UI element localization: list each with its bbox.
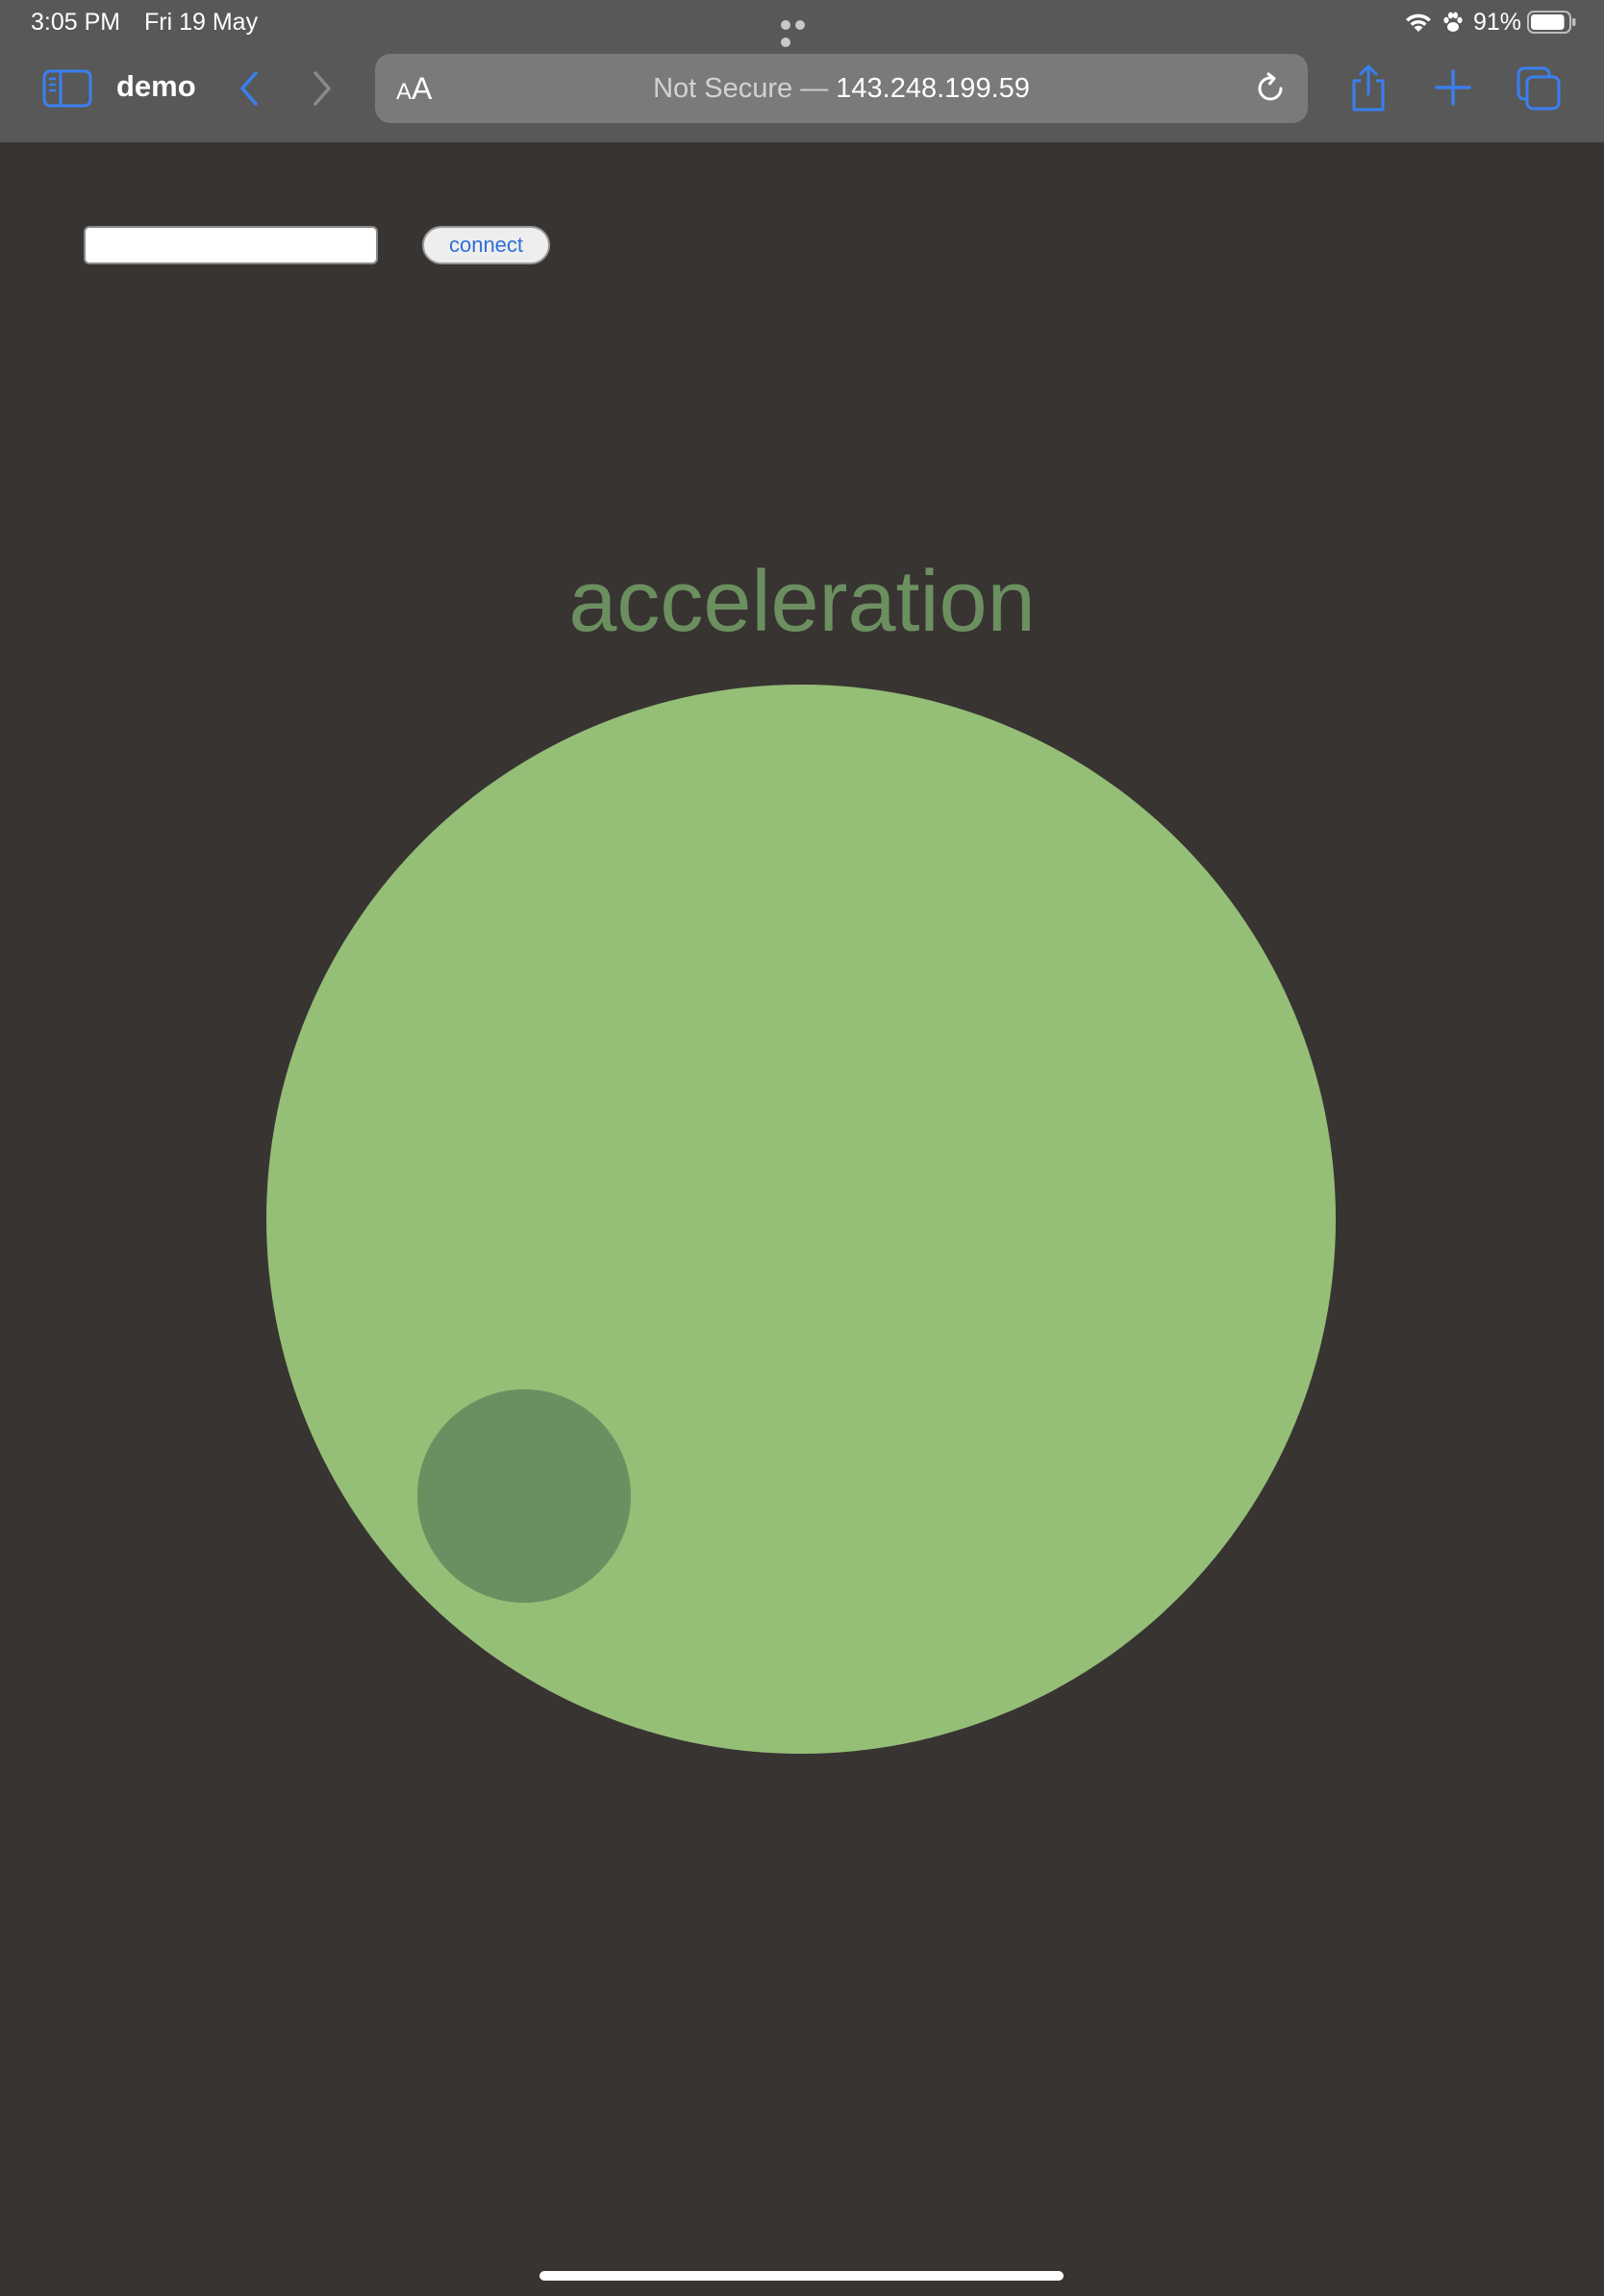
acceleration-indicator-dot xyxy=(417,1389,631,1603)
multitasking-menu-icon[interactable] xyxy=(781,17,823,47)
status-time: 3:05 PM xyxy=(31,9,121,36)
status-date: Fri 19 May xyxy=(144,9,259,36)
url-security-warning: Not Secure — xyxy=(653,73,829,104)
tab-overview-icon[interactable] xyxy=(1516,65,1562,112)
tab-group-title[interactable]: demo xyxy=(116,69,196,104)
wifi-icon xyxy=(1405,13,1431,32)
sidebar-toggle-icon[interactable] xyxy=(42,69,92,108)
back-arrow-icon[interactable] xyxy=(235,69,263,108)
paw-icon xyxy=(1443,12,1463,32)
reload-icon[interactable] xyxy=(1252,69,1291,108)
acceleration-circle xyxy=(266,685,1336,1754)
share-icon[interactable] xyxy=(1346,63,1391,113)
new-tab-plus-icon[interactable] xyxy=(1433,67,1473,108)
home-indicator[interactable] xyxy=(539,2271,1064,2281)
battery-icon xyxy=(1527,11,1576,34)
battery-percent: 91% xyxy=(1472,8,1521,36)
acceleration-heading: acceleration xyxy=(568,554,1036,650)
browser-chrome: 3:05 PM Fri 19 May 91% demo AA Not Secur… xyxy=(0,0,1604,142)
connect-button[interactable]: connect xyxy=(422,226,550,264)
forward-arrow-icon[interactable] xyxy=(308,69,337,108)
address-bar[interactable]: AA Not Secure — 143.248.199.59 xyxy=(375,54,1308,123)
url-host: 143.248.199.59 xyxy=(836,73,1030,104)
url-text[interactable]: Not Secure — 143.248.199.59 xyxy=(375,73,1308,105)
status-indicators: 91% xyxy=(1404,8,1577,37)
server-address-input[interactable] xyxy=(84,226,378,264)
